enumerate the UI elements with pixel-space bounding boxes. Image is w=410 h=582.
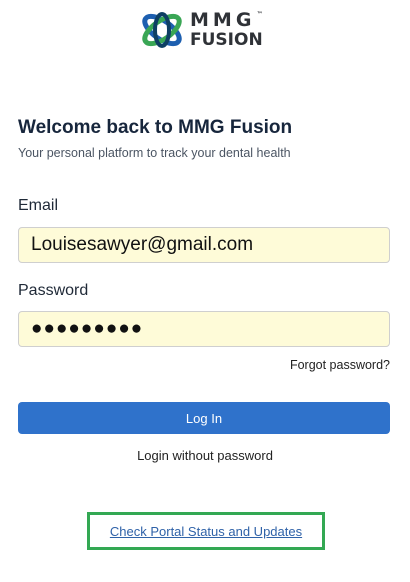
portal-status-link[interactable]: Check Portal Status and Updates xyxy=(110,524,302,539)
login-without-password-link[interactable]: Login without password xyxy=(0,448,410,463)
mmg-fusion-emblem-icon xyxy=(142,12,182,48)
page-title: Welcome back to MMG Fusion xyxy=(18,117,293,138)
password-field[interactable]: ●●●●●●●●● xyxy=(18,311,390,347)
email-value: Louisesawyer@gmail.com xyxy=(31,234,254,255)
forgot-password-link[interactable]: Forgot password? xyxy=(290,358,390,372)
password-value: ●●●●●●●●● xyxy=(31,318,144,339)
logo-trademark: ™ xyxy=(256,11,263,18)
email-field[interactable]: Louisesawyer@gmail.com xyxy=(18,227,390,263)
password-label: Password xyxy=(18,282,89,299)
logo-text-mmg: MMG xyxy=(190,9,256,31)
email-label: Email xyxy=(18,197,59,214)
logo-text-fusion: FUSION xyxy=(190,30,263,50)
mmg-fusion-logo: MMG ™ FUSION xyxy=(138,4,272,56)
page-subtitle: Your personal platform to track your den… xyxy=(18,146,291,160)
portal-status-highlight: Check Portal Status and Updates xyxy=(87,512,325,550)
log-in-button[interactable]: Log In xyxy=(18,402,390,434)
login-page: MMG ™ FUSION Welcome back to MMG Fusion Y… xyxy=(0,0,410,582)
